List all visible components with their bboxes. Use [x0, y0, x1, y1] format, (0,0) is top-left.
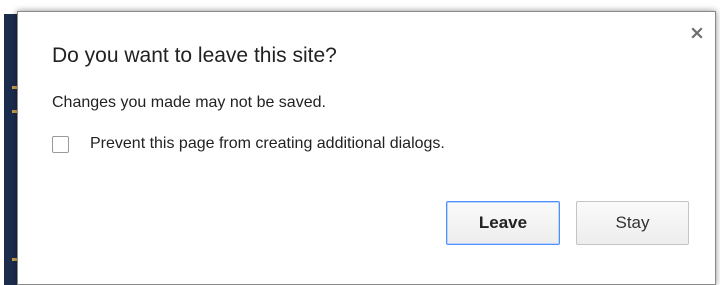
stay-button[interactable]: Stay: [576, 201, 689, 245]
prevent-dialogs-label[interactable]: Prevent this page from creating addition…: [90, 135, 445, 153]
dialog-message: Changes you made may not be saved.: [52, 94, 326, 111]
leave-site-dialog: Do you want to leave this site? Changes …: [17, 11, 716, 285]
dialog-title: Do you want to leave this site?: [52, 44, 337, 67]
prevent-dialogs-option[interactable]: Prevent this page from creating addition…: [52, 135, 445, 153]
prevent-dialogs-checkbox[interactable]: [52, 135, 69, 153]
leave-button[interactable]: Leave: [446, 201, 560, 245]
close-icon: [691, 27, 703, 39]
close-button[interactable]: [689, 25, 705, 41]
